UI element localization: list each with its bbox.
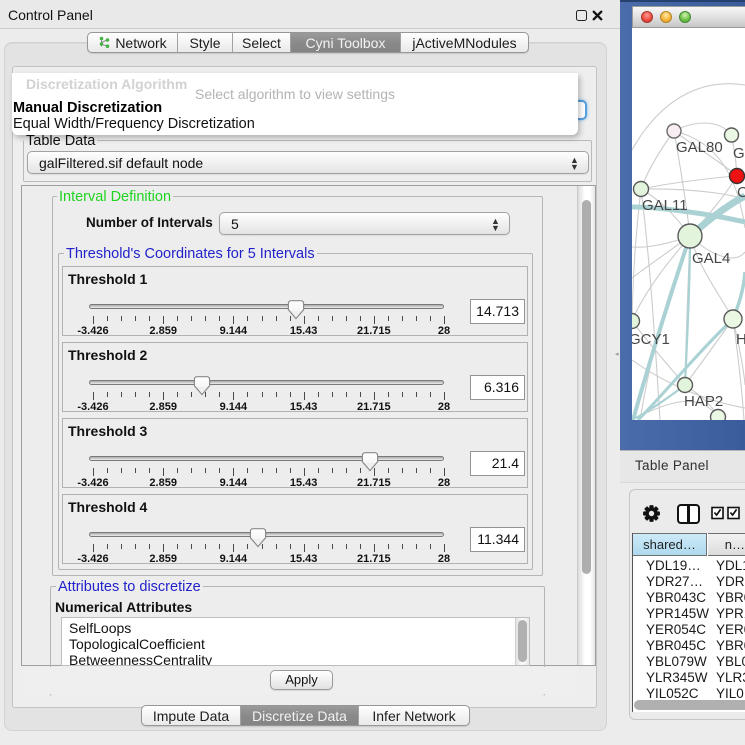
svg-text:G.: G. (733, 145, 745, 162)
svg-text:HAP2: HAP2 (684, 393, 723, 410)
svg-text:H: H (736, 331, 745, 348)
svg-text:GCY1: GCY1 (632, 331, 670, 348)
svg-text:GAL80: GAL80 (676, 139, 723, 156)
svg-text:GAL4: GAL4 (692, 250, 730, 267)
svg-text:GAL11: GAL11 (642, 197, 688, 214)
svg-text:C.: C. (737, 184, 745, 201)
